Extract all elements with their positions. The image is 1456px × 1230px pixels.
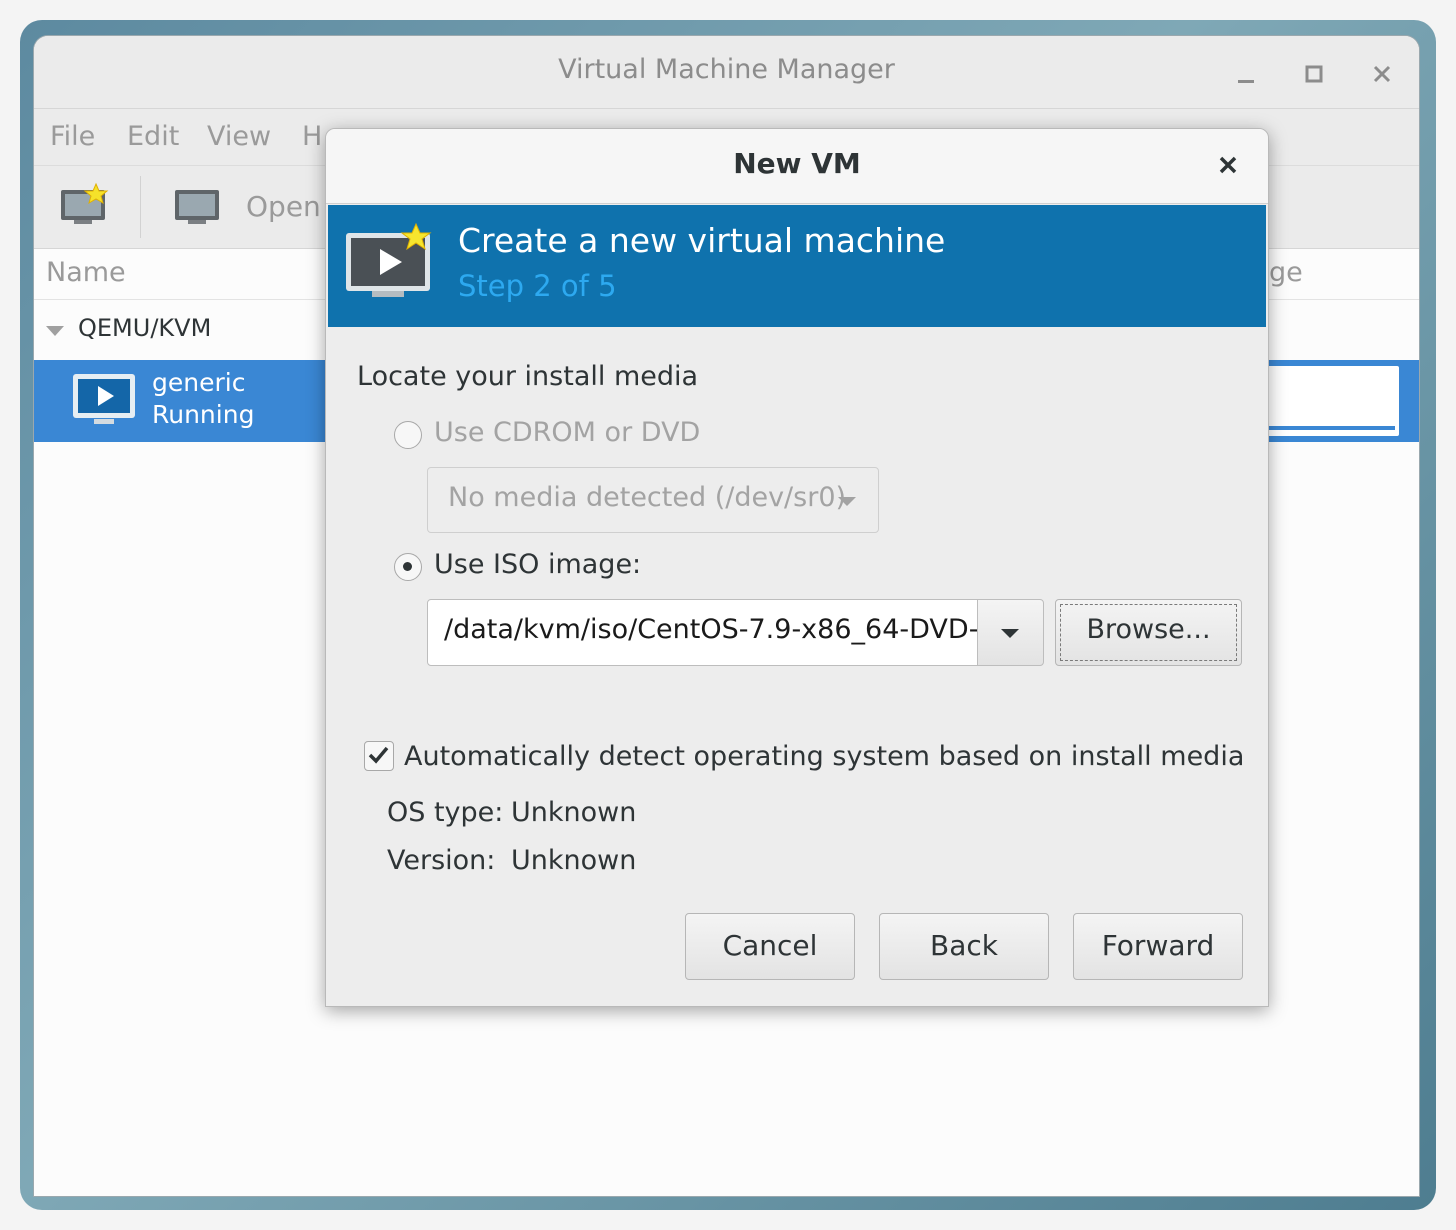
version-label: Version:	[387, 845, 496, 876]
minimize-icon[interactable]	[1228, 56, 1264, 92]
autodetect-label[interactable]: Automatically detect operating system ba…	[404, 741, 1244, 772]
usage-column-header[interactable]: ge	[1269, 257, 1303, 288]
open-label[interactable]: Open	[246, 190, 321, 223]
dialog-title: New VM	[733, 147, 861, 180]
cdrom-radio-indicator[interactable]	[394, 421, 422, 449]
chevron-down-icon	[1001, 629, 1019, 638]
close-icon[interactable]	[1210, 145, 1246, 185]
back-button[interactable]: Back	[879, 913, 1049, 980]
iso-radio-indicator[interactable]	[394, 553, 422, 581]
cdrom-radio-label[interactable]: Use CDROM or DVD	[434, 417, 700, 448]
connection-label: QEMU/KVM	[78, 314, 212, 342]
iso-history-dropdown[interactable]	[977, 599, 1044, 666]
new-vm-dialog: New VM Create a new virtual machine Step…	[325, 128, 1269, 1007]
section-label: Locate your install media	[357, 361, 699, 392]
cancel-button[interactable]: Cancel	[685, 913, 855, 980]
menu-file[interactable]: File	[50, 121, 95, 152]
main-titlebar: Virtual Machine Manager	[34, 36, 1419, 109]
monitor-icon	[175, 190, 219, 224]
banner-step: Step 2 of 5	[458, 269, 617, 303]
os-type-value: Unknown	[511, 797, 637, 828]
cdrom-combo-value: No media detected (/dev/sr0)	[448, 482, 847, 513]
menu-edit[interactable]: Edit	[127, 121, 179, 152]
forward-button[interactable]: Forward	[1073, 913, 1243, 980]
autodetect-check-box[interactable]	[364, 741, 394, 771]
chevron-down-icon	[838, 497, 856, 506]
browse-button[interactable]: Browse...	[1055, 599, 1242, 666]
window-title: Virtual Machine Manager	[558, 54, 895, 85]
close-window-icon[interactable]	[1364, 56, 1400, 92]
new-vm-button[interactable]	[58, 182, 112, 234]
iso-radio-label[interactable]: Use ISO image:	[434, 549, 641, 580]
version-value: Unknown	[511, 845, 637, 876]
vm-name: generic	[152, 368, 246, 397]
new-vm-banner-icon	[346, 223, 432, 297]
iso-path-input[interactable]: /data/kvm/iso/CentOS-7.9-x86_64-DVD-	[427, 599, 978, 666]
maximize-icon[interactable]	[1296, 56, 1332, 92]
dialog-titlebar: New VM	[326, 129, 1268, 204]
open-console-button[interactable]	[172, 184, 226, 234]
wizard-banner: Create a new virtual machine Step 2 of 5	[328, 205, 1266, 327]
menu-view[interactable]: View	[207, 121, 271, 152]
cdrom-media-combo[interactable]: No media detected (/dev/sr0)	[427, 467, 879, 533]
cpu-usage-line	[1259, 426, 1395, 430]
banner-title: Create a new virtual machine	[458, 221, 946, 260]
vm-running-icon	[73, 374, 135, 424]
os-type-label: OS type:	[387, 797, 504, 828]
name-column-header[interactable]: Name	[46, 257, 126, 288]
menu-help[interactable]: H	[302, 121, 322, 152]
iso-path-value: /data/kvm/iso/CentOS-7.9-x86_64-DVD-	[444, 614, 978, 645]
vm-status: Running	[152, 400, 255, 429]
checkmark-icon	[368, 746, 389, 764]
new-vm-icon	[61, 182, 109, 224]
expander-arrow-icon[interactable]	[46, 324, 66, 338]
browse-label: Browse...	[1086, 614, 1211, 645]
toolbar-separator	[140, 176, 141, 238]
